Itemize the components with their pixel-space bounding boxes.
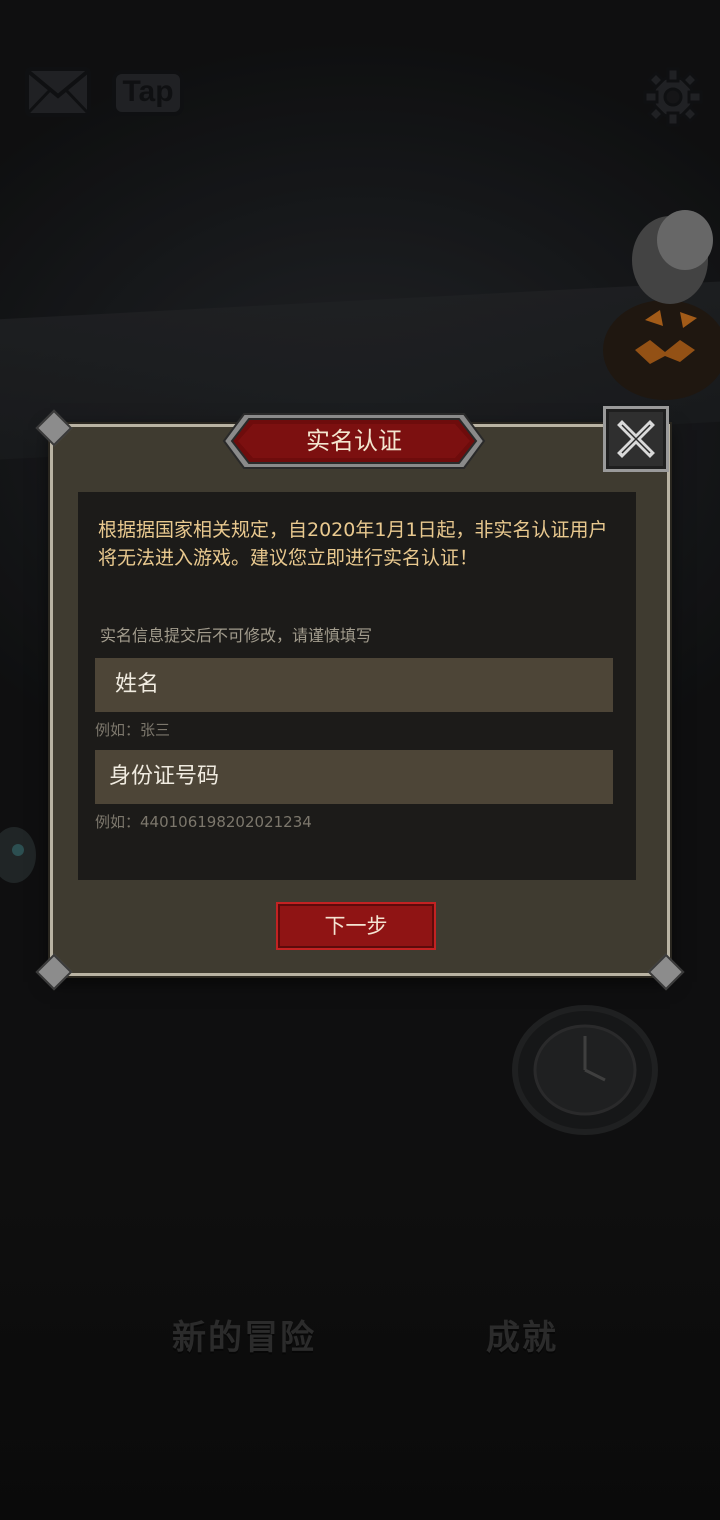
id-number-placeholder: 身份证号码 [109,764,220,789]
id-number-field[interactable]: 身份证号码 [95,750,613,804]
name-placeholder: 姓名 [115,672,160,697]
dialog-title: 实名认证 [306,427,402,455]
next-step-button[interactable]: 下一步 [276,902,436,950]
name-field[interactable]: 姓名 [95,658,613,712]
close-button[interactable] [603,406,669,472]
policy-notice: 根据据国家相关规定，自2020年1月1日起，非实名认证用户将无法进入游戏。建议您… [98,519,608,569]
form-hint: 实名信息提交后不可修改，请谨慎填写 [100,626,373,645]
name-example: 例如：张三 [95,721,171,739]
id-number-example: 例如：440106198202021234 [95,813,312,831]
close-icon [617,420,655,458]
